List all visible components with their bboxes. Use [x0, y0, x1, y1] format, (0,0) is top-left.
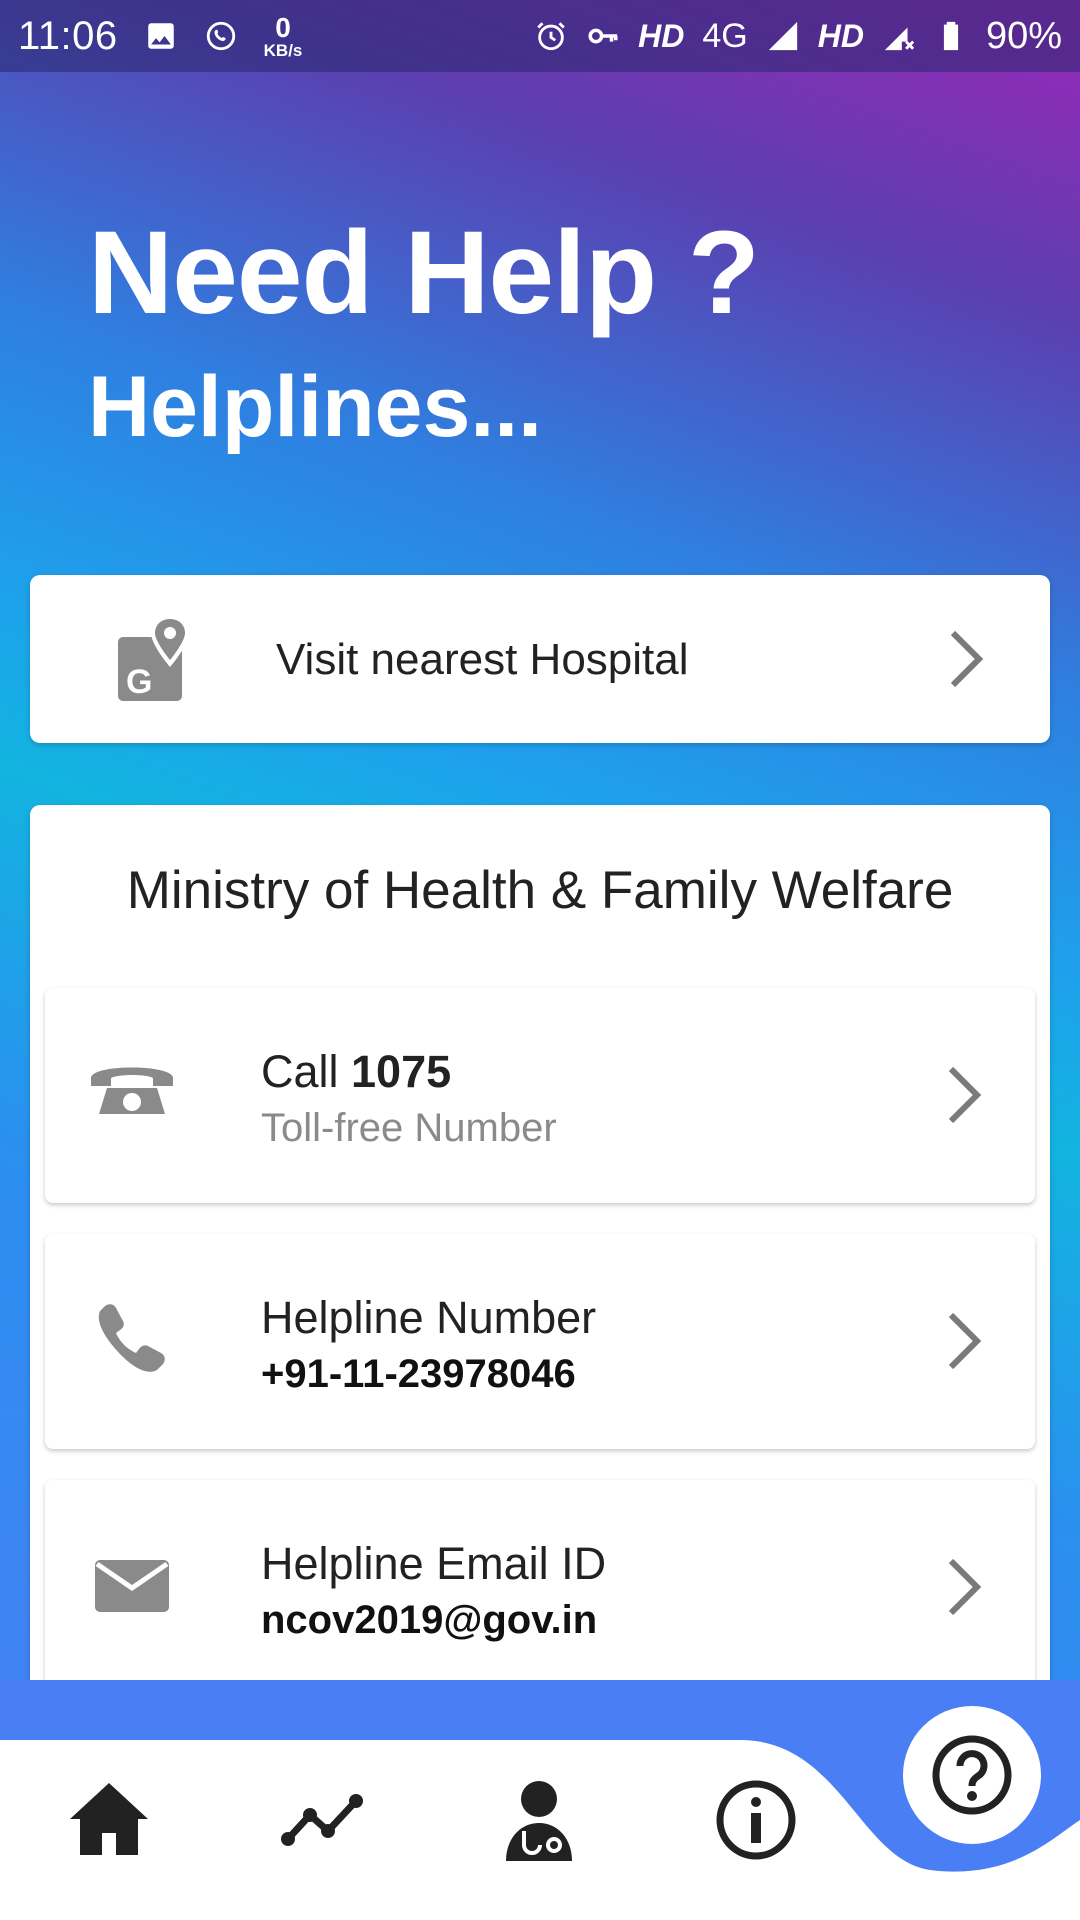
home-icon[interactable]: [64, 1775, 154, 1865]
helpline-email-item[interactable]: Helpline Email ID ncov2019@gov.in: [45, 1480, 1035, 1705]
visit-hospital-card[interactable]: G Visit nearest Hospital: [30, 575, 1050, 743]
battery-level: 90%: [985, 14, 1062, 57]
call-tollfree-prefix: Call: [261, 1046, 352, 1097]
helpline-email-value: ncov2019@gov.in: [261, 1598, 598, 1642]
whatsapp-icon: [206, 21, 235, 51]
call-tollfree-title: Call 1075: [261, 1046, 451, 1098]
net-speed-unit: KB/s: [263, 40, 303, 60]
helpline-email-title: Helpline Email ID: [261, 1538, 607, 1589]
chevron-right-icon: [948, 1312, 982, 1370]
signal-x-icon: [884, 27, 915, 51]
call-tollfree-item[interactable]: Call 1075 Toll-free Number: [45, 988, 1035, 1203]
telephone-icon: [91, 1067, 173, 1114]
ministry-card: Ministry of Health & Family Welfare Call…: [30, 805, 1050, 1705]
svg-text:G: G: [126, 663, 152, 701]
signal-icon: [768, 21, 797, 51]
page-title: Need Help ?: [88, 207, 760, 339]
hd-label-2: HD: [817, 17, 864, 54]
status-bar: 11:06 0 KB/s HD 4G HD 90%: [0, 0, 1080, 72]
net-speed-value: 0: [275, 11, 291, 43]
helpline-number-title: Helpline Number: [261, 1292, 597, 1343]
page-subtitle: Helplines...: [88, 359, 543, 455]
chevron-right-icon: [948, 1066, 982, 1124]
battery-icon: [943, 21, 959, 51]
map-pin-icon: G: [118, 615, 189, 701]
helpline-number-value: +91-11-23978046: [261, 1352, 576, 1396]
helpline-number-item[interactable]: Helpline Number +91-11-23978046: [45, 1234, 1035, 1449]
visit-hospital-label: Visit nearest Hospital: [276, 635, 689, 684]
chevron-right-icon: [948, 1558, 982, 1616]
chevron-right-icon: [950, 630, 984, 688]
call-tollfree-subtitle: Toll-free Number: [261, 1106, 557, 1150]
alarm-icon: [537, 22, 565, 51]
hd-label-1: HD: [638, 17, 685, 54]
status-time: 11:06: [18, 13, 118, 58]
phone-handset-icon: [98, 1304, 165, 1372]
help-fab-button[interactable]: [903, 1706, 1041, 1844]
stats-icon[interactable]: [278, 1775, 368, 1865]
network-type: 4G: [702, 16, 748, 55]
help-icon: [932, 1735, 1012, 1815]
doctor-icon[interactable]: [494, 1775, 584, 1865]
image-icon: [147, 23, 174, 49]
call-tollfree-number: 1075: [351, 1046, 452, 1097]
net-speed: 0 KB/s: [263, 11, 303, 60]
info-icon[interactable]: [711, 1775, 801, 1865]
ministry-title: Ministry of Health & Family Welfare: [126, 861, 954, 920]
vpn-key-icon: [588, 28, 618, 44]
mail-icon: [95, 1560, 169, 1612]
